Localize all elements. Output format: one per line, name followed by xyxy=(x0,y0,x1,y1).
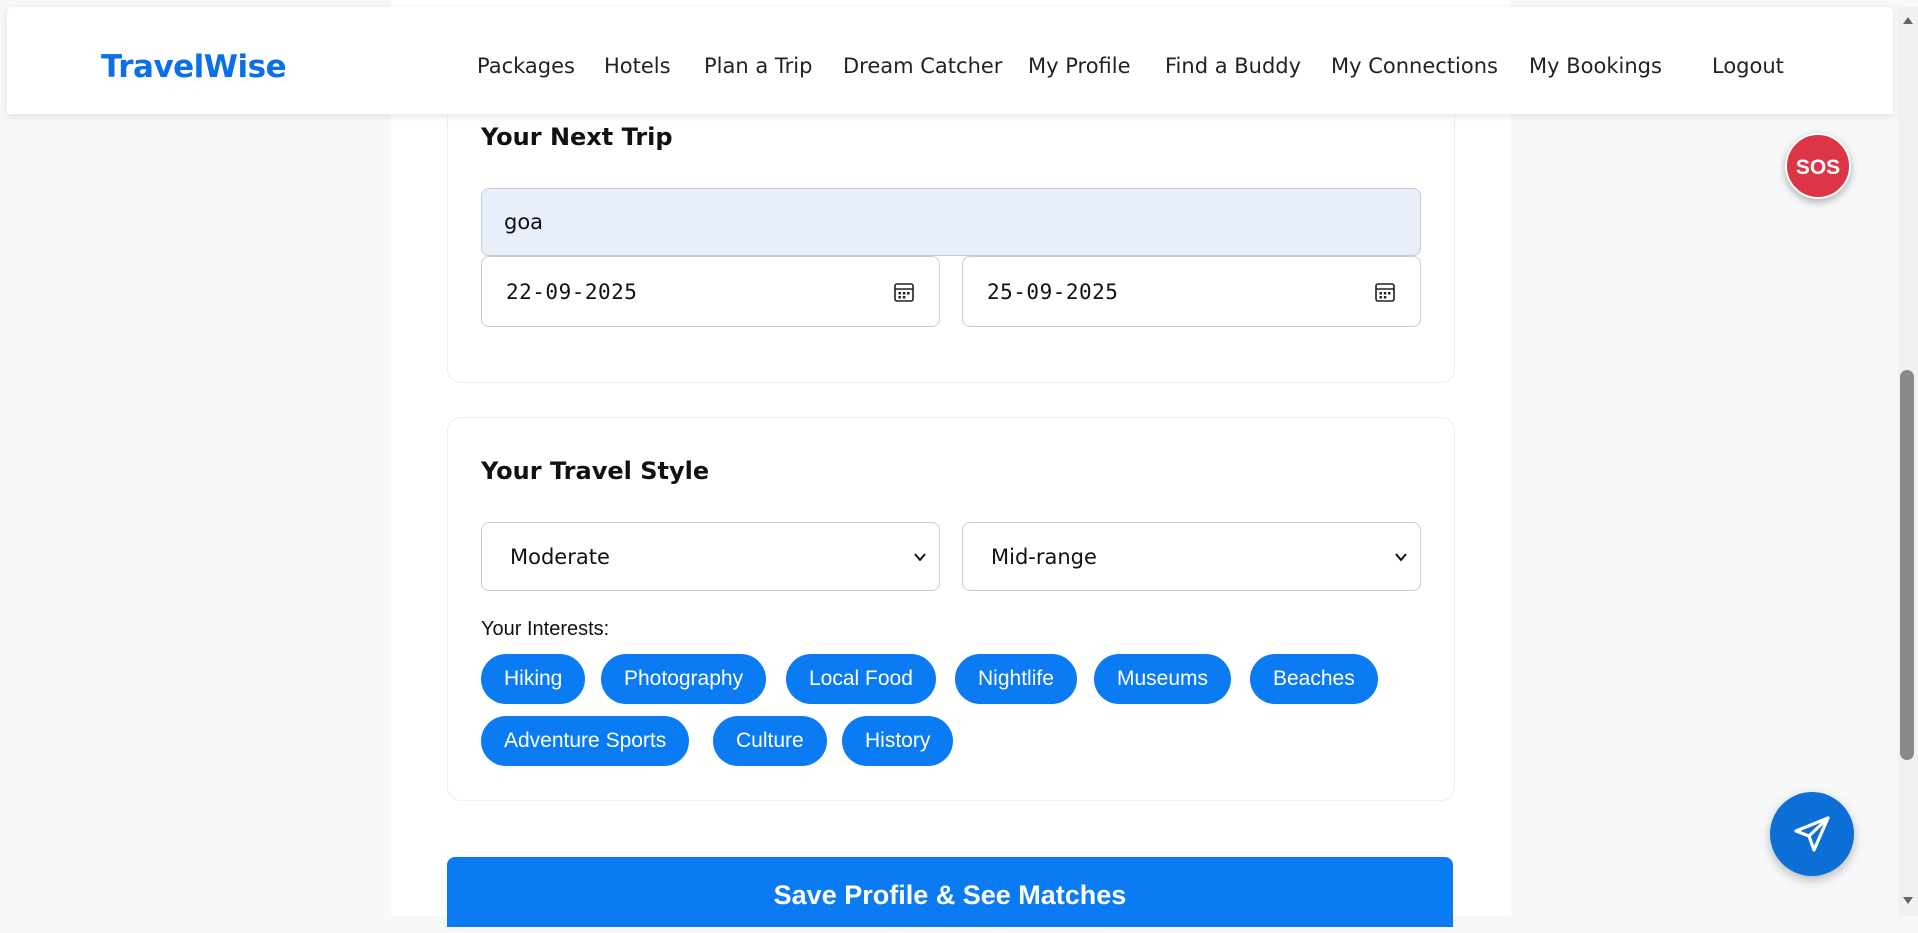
navbar: TravelWise Packages Hotels Plan a Trip D… xyxy=(7,7,1893,114)
end-date-input[interactable]: 25-09-2025 xyxy=(962,256,1421,327)
interest-chip-photography[interactable]: Photography xyxy=(601,654,767,704)
chevron-down-icon xyxy=(914,553,926,562)
next-trip-card: Your Next Trip goa 22-09-2025 25-09-2025 xyxy=(447,80,1455,383)
travel-style-card: Your Travel Style Moderate Mid-range You… xyxy=(447,417,1455,801)
interest-chip-beaches[interactable]: Beaches xyxy=(1250,654,1378,704)
pace-value: Moderate xyxy=(510,544,610,569)
scroll-up-arrow-icon[interactable] xyxy=(1901,14,1915,28)
interest-chip-adventure-sports[interactable]: Adventure Sports xyxy=(481,716,690,766)
interests-label: Your Interests: xyxy=(481,618,610,640)
next-trip-title: Your Next Trip xyxy=(481,123,673,151)
nav-my-connections[interactable]: My Connections xyxy=(1331,54,1498,78)
nav-plan-trip[interactable]: Plan a Trip xyxy=(704,54,812,78)
brand-logo[interactable]: TravelWise xyxy=(101,49,287,85)
nav-find-buddy[interactable]: Find a Buddy xyxy=(1165,54,1301,78)
calendar-icon[interactable] xyxy=(1374,281,1396,303)
interest-chip-nightlife[interactable]: Nightlife xyxy=(955,654,1077,704)
nav-my-profile[interactable]: My Profile xyxy=(1028,54,1131,78)
send-button[interactable] xyxy=(1770,792,1854,876)
interest-chip-history[interactable]: History xyxy=(842,716,954,766)
travel-style-title: Your Travel Style xyxy=(481,457,710,485)
interest-chip-hiking[interactable]: Hiking xyxy=(481,654,586,704)
interest-chip-museums[interactable]: Museums xyxy=(1094,654,1232,704)
chevron-down-icon xyxy=(1395,553,1407,562)
start-date-value: 22-09-2025 xyxy=(506,279,638,304)
nav-dream-catcher[interactable]: Dream Catcher xyxy=(843,54,1002,78)
nav-hotels[interactable]: Hotels xyxy=(604,54,671,78)
budget-value: Mid-range xyxy=(991,544,1097,569)
nav-logout[interactable]: Logout xyxy=(1712,54,1784,78)
send-icon xyxy=(1794,816,1830,852)
save-profile-button[interactable]: Save Profile & See Matches xyxy=(447,857,1453,927)
interest-chip-local-food[interactable]: Local Food xyxy=(786,654,936,704)
destination-input[interactable]: goa xyxy=(481,188,1421,256)
pace-select[interactable]: Moderate xyxy=(481,522,940,591)
budget-select[interactable]: Mid-range xyxy=(962,522,1421,591)
sos-button[interactable]: SOS xyxy=(1785,133,1851,199)
calendar-icon[interactable] xyxy=(893,281,915,303)
scrollbar-thumb[interactable] xyxy=(1900,370,1914,760)
interest-chip-culture[interactable]: Culture xyxy=(713,716,827,766)
destination-value: goa xyxy=(504,210,544,234)
nav-my-bookings[interactable]: My Bookings xyxy=(1529,54,1662,78)
start-date-input[interactable]: 22-09-2025 xyxy=(481,256,940,327)
nav-packages[interactable]: Packages xyxy=(477,54,575,78)
end-date-value: 25-09-2025 xyxy=(987,279,1119,304)
scroll-down-arrow-icon[interactable] xyxy=(1901,893,1915,907)
